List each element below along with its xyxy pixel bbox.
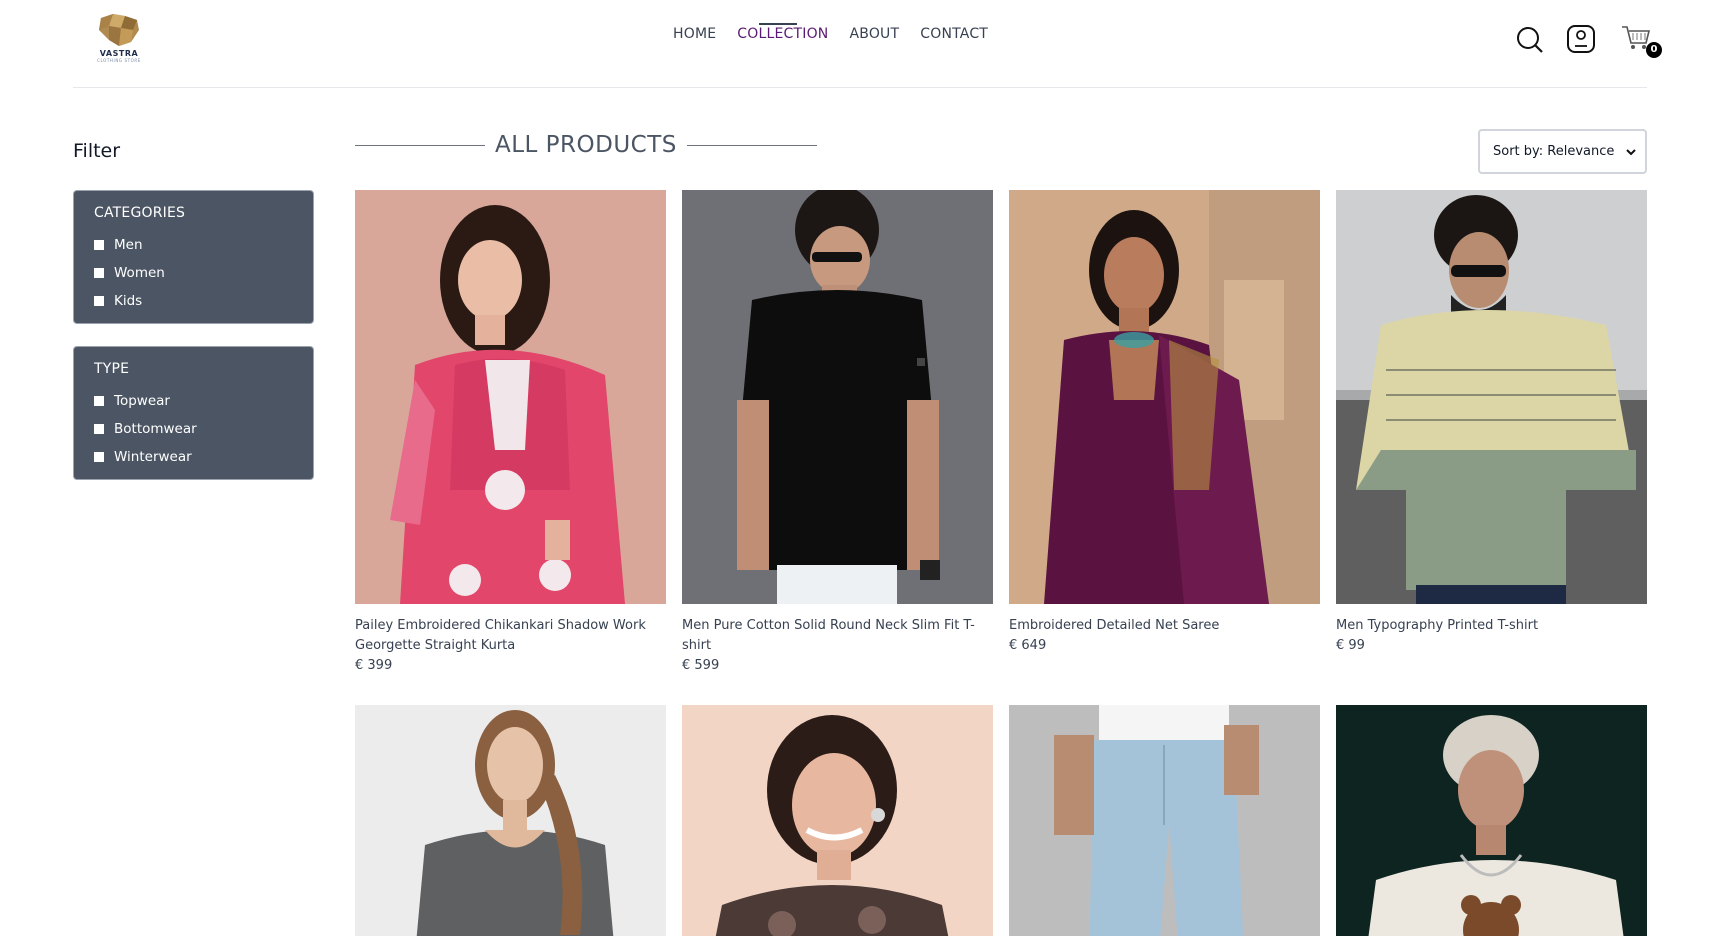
type-heading: TYPE: [94, 361, 130, 377]
divider: [686, 144, 817, 146]
product-price: € 599: [682, 658, 720, 673]
product-image[interactable]: [1336, 705, 1647, 936]
product-image[interactable]: [682, 190, 993, 604]
filter-option-label: Topwear: [114, 393, 170, 409]
product-price: € 649: [1009, 638, 1047, 653]
product-name[interactable]: Men Pure Cotton Solid Round Neck Slim Fi…: [682, 616, 993, 656]
product-image[interactable]: [682, 705, 993, 936]
product-price: € 399: [355, 658, 393, 673]
product-image[interactable]: [1336, 190, 1647, 604]
section-title: ALL PRODUCTS: [355, 132, 817, 158]
product-image[interactable]: [1009, 190, 1320, 604]
product-image[interactable]: [355, 705, 666, 936]
filter-option-men[interactable]: Men: [94, 231, 293, 259]
search-icon[interactable]: [1516, 26, 1544, 58]
header-actions: 0: [1497, 22, 1662, 62]
filter-option-label: Winterwear: [114, 449, 192, 465]
brand-logo[interactable]: VASTRA CLOTHING STORE: [89, 12, 149, 70]
checkbox[interactable]: [94, 452, 104, 462]
filter-option-label: Men: [114, 237, 143, 253]
filter-categories: CATEGORIES Men Women Kids: [73, 190, 314, 324]
main-nav: HOME COLLECTION ABOUT CONTACT: [673, 26, 1009, 54]
filter-option-label: Kids: [114, 293, 143, 309]
nav-collection[interactable]: COLLECTION: [737, 26, 828, 54]
logo-mark-icon: [99, 14, 139, 46]
product-image[interactable]: [1009, 705, 1320, 936]
product-card[interactable]: Pailey Embroidered Chikankari Shadow Wor…: [355, 190, 666, 673]
filter-title[interactable]: Filter: [73, 140, 120, 162]
product-name[interactable]: Men Typography Printed T-shirt: [1336, 616, 1647, 636]
product-card[interactable]: [1009, 705, 1320, 936]
checkbox[interactable]: [94, 424, 104, 434]
filter-option-label: Bottomwear: [114, 421, 197, 437]
cart-count-badge: 0: [1646, 42, 1662, 58]
filter-option-women[interactable]: Women: [94, 259, 293, 287]
checkbox[interactable]: [94, 240, 104, 250]
page-title: ALL PRODUCTS: [495, 132, 677, 158]
product-name[interactable]: Pailey Embroidered Chikankari Shadow Wor…: [355, 616, 666, 656]
product-card[interactable]: [682, 705, 993, 936]
chevron-down-icon: [1626, 149, 1636, 156]
product-card[interactable]: Men Pure Cotton Solid Round Neck Slim Fi…: [682, 190, 993, 673]
product-image[interactable]: [355, 190, 666, 604]
product-card[interactable]: Embroidered Detailed Net Saree € 649: [1009, 190, 1320, 653]
nav-contact[interactable]: CONTACT: [920, 26, 988, 54]
user-icon[interactable]: [1566, 24, 1596, 58]
categories-heading: CATEGORIES: [94, 205, 186, 221]
divider: [355, 144, 485, 146]
filter-option-bottomwear[interactable]: Bottomwear: [94, 415, 293, 443]
checkbox[interactable]: [94, 296, 104, 306]
filter-option-topwear[interactable]: Topwear: [94, 387, 293, 415]
product-card[interactable]: Men Typography Printed T-shirt € 99: [1336, 190, 1647, 653]
product-name[interactable]: Embroidered Detailed Net Saree: [1009, 616, 1320, 636]
sort-select[interactable]: Sort by: Relevance: [1478, 129, 1647, 174]
nav-about[interactable]: ABOUT: [849, 26, 899, 54]
checkbox[interactable]: [94, 396, 104, 406]
checkbox[interactable]: [94, 268, 104, 278]
product-price: € 99: [1336, 638, 1365, 653]
product-card[interactable]: [1336, 705, 1647, 936]
nav-collection-label: COLLECTION: [737, 26, 829, 42]
brand-tagline: CLOTHING STORE: [97, 58, 141, 63]
site-header: VASTRA CLOTHING STORE HOME COLLECTION AB…: [73, 0, 1662, 88]
filter-type: TYPE Topwear Bottomwear Winterwear: [73, 346, 314, 480]
nav-active-underline: [759, 23, 797, 25]
filter-option-winterwear[interactable]: Winterwear: [94, 443, 293, 471]
product-card[interactable]: [355, 705, 666, 936]
sort-selected-value: Sort by: Relevance: [1493, 144, 1615, 159]
brand-name: VASTRA: [99, 49, 139, 58]
filter-option-label: Women: [114, 265, 165, 281]
filter-option-kids[interactable]: Kids: [94, 287, 293, 315]
nav-home[interactable]: HOME: [673, 26, 716, 54]
